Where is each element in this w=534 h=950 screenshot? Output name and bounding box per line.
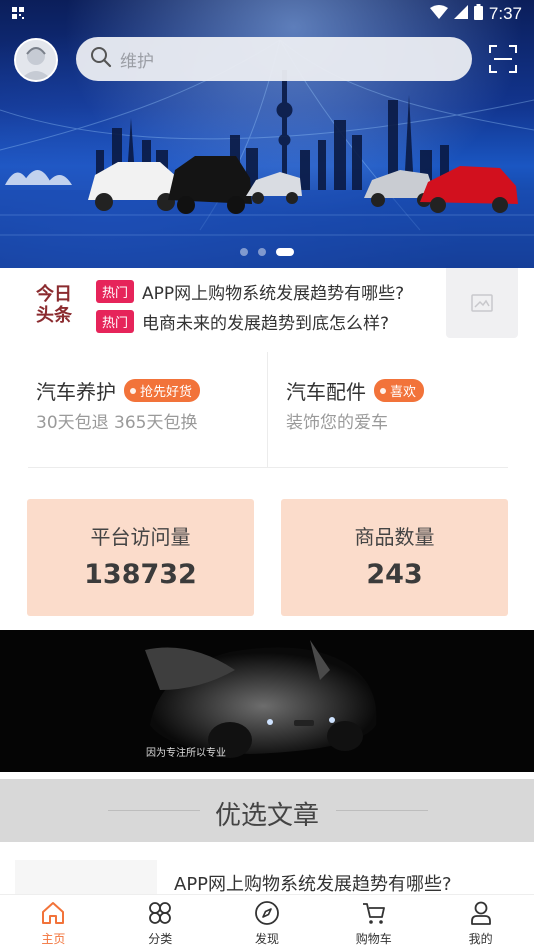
section-title: 优选文章	[214, 801, 319, 831]
image-placeholder-icon	[471, 294, 493, 312]
hero-banner[interactable]: 7:37 维护	[0, 0, 534, 268]
divider	[336, 810, 428, 811]
article-title[interactable]: APP网上购物系统发展趋势有哪些?	[174, 870, 452, 896]
nav-label: 购物车	[355, 932, 392, 946]
section-header: 优选文章	[0, 779, 534, 842]
search-icon	[90, 46, 112, 72]
toutiao-logo: 今日 头条	[36, 284, 82, 334]
logo-line-1: 今日	[36, 284, 72, 305]
feature-subtitle: 30天包退 365天包换	[36, 413, 198, 433]
nav-item-me[interactable]: 我的	[427, 895, 534, 950]
feature-title: 汽车配件	[286, 380, 366, 404]
scan-icon	[489, 45, 517, 73]
sports-car-image	[145, 640, 377, 758]
headline-item[interactable]: 热门 电商未来的发展趋势到底怎么样?	[96, 309, 389, 334]
nav-item-cart[interactable]: 购物车	[320, 895, 427, 950]
status-time: 7:37	[488, 4, 522, 23]
nav-label: 分类	[148, 932, 173, 946]
feature-title: 汽车养护	[36, 380, 116, 404]
article-item[interactable]: APP网上购物系统发展趋势有哪些?	[0, 856, 534, 900]
stat-card-visits: 平台访问量 138732	[27, 499, 254, 616]
feature-subtitle: 装饰您的爱车	[286, 413, 388, 433]
headline-item[interactable]: 热门 APP网上购物系统发展趋势有哪些?	[96, 279, 404, 304]
pagination-dot[interactable]	[258, 248, 266, 256]
battery-icon	[473, 4, 483, 24]
headline-title[interactable]: APP网上购物系统发展趋势有哪些?	[142, 279, 404, 304]
search-placeholder: 维护	[120, 51, 154, 72]
user-avatar-icon	[16, 40, 56, 80]
promo-banner[interactable]: 因为专注所以专业	[0, 630, 534, 772]
nav-item-home[interactable]: 主页	[0, 895, 107, 950]
cart-icon	[362, 903, 385, 924]
status-notification-icon	[12, 5, 24, 23]
pagination-dot[interactable]	[240, 248, 248, 256]
hot-tag: 热门	[96, 280, 135, 303]
user-icon	[470, 901, 491, 925]
nav-label: 我的	[468, 932, 493, 946]
hot-tag: 热门	[96, 310, 135, 333]
headline-thumbnail[interactable]	[446, 268, 518, 338]
feature-title-row: 汽车配件 喜欢	[286, 376, 425, 405]
stat-label: 平台访问量	[90, 525, 191, 549]
stat-value: 138732	[84, 559, 197, 590]
scan-button[interactable]	[488, 44, 518, 74]
nav-item-discover[interactable]: 发现	[214, 895, 321, 950]
stat-value: 243	[366, 559, 423, 590]
promo-caption: 因为专注所以专业	[146, 748, 226, 759]
nav-item-category[interactable]: 分类	[107, 895, 214, 950]
signal-icon	[453, 5, 468, 23]
stat-label: 商品数量	[354, 525, 435, 549]
feature-title-row: 汽车养护 抢先好货	[36, 376, 201, 405]
feature-car-parts[interactable]: 汽车配件 喜欢 装饰您的爱车	[268, 352, 534, 468]
logo-line-2: 头条	[36, 305, 72, 326]
banner-pagination	[0, 248, 534, 256]
compass-icon	[255, 901, 279, 925]
headline-news: 今日 头条 热门 APP网上购物系统发展趋势有哪些? 热门 电商未来的发展趋势到…	[0, 268, 534, 352]
status-bar: 7:37	[0, 0, 534, 28]
nav-label: 发现	[254, 932, 279, 946]
wifi-icon	[429, 5, 448, 23]
feature-car-maintenance[interactable]: 汽车养护 抢先好货 30天包退 365天包换	[0, 352, 267, 468]
nav-label: 主页	[41, 932, 66, 946]
pagination-dot-active[interactable]	[276, 248, 294, 256]
headline-title[interactable]: 电商未来的发展趋势到底怎么样?	[142, 309, 389, 334]
feature-grid: 汽车养护 抢先好货 30天包退 365天包换 汽车配件 喜欢 装饰您的爱车	[0, 352, 534, 468]
avatar[interactable]	[14, 38, 58, 82]
category-icon	[149, 902, 172, 924]
divider	[28, 467, 508, 468]
search-input[interactable]: 维护	[76, 37, 472, 81]
home-icon	[42, 902, 65, 924]
feature-badge: 抢先好货	[124, 379, 201, 402]
feature-badge: 喜欢	[374, 379, 425, 402]
stat-card-products: 商品数量 243	[281, 499, 508, 616]
bottom-nav: 主页 分类 发现 购物车 我的	[0, 894, 534, 950]
